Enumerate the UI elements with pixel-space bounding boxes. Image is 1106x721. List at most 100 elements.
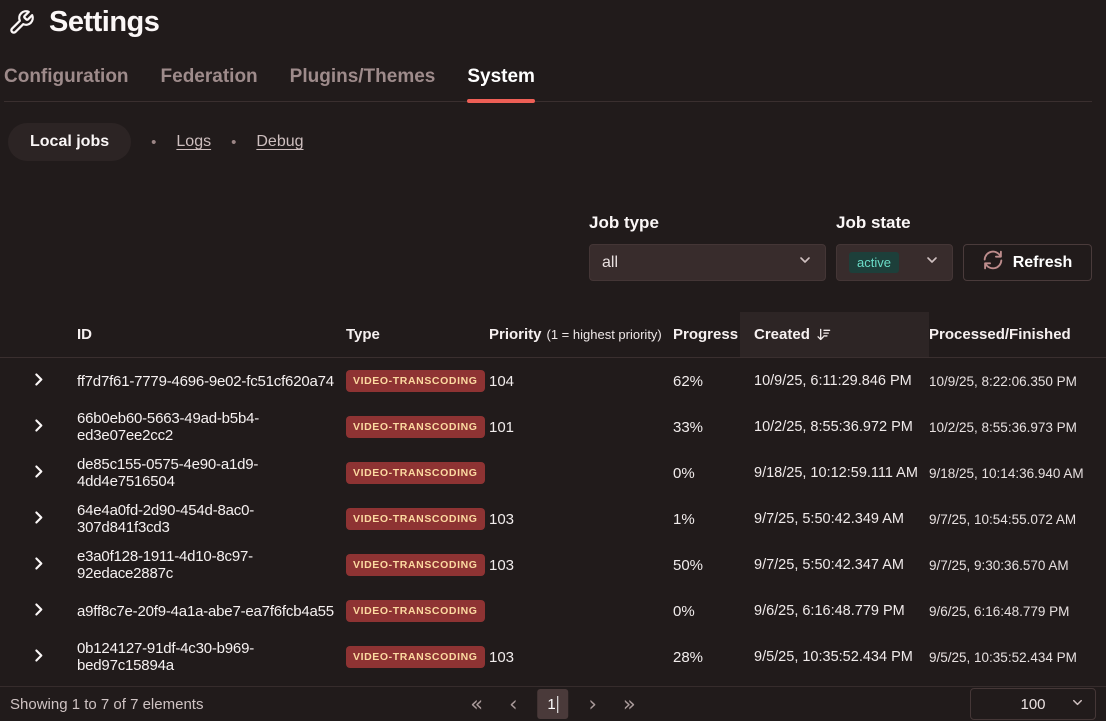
dot-separator: •: [151, 134, 156, 151]
expand-cell: [0, 417, 77, 437]
refresh-icon: [983, 250, 1003, 275]
job-processed-cell: 9/7/25, 10:54:55.072 AM: [929, 512, 1106, 527]
job-type-badge: VIDEO-TRANSCODING: [346, 508, 485, 530]
job-priority-cell: 101: [489, 419, 673, 436]
chevron-down-icon: [1070, 695, 1085, 714]
job-processed-cell: 10/9/25, 8:22:06.350 PM: [929, 374, 1106, 389]
chevron-down-icon: [797, 252, 813, 273]
job-priority-cell: 104: [489, 373, 673, 390]
expand-cell: [0, 601, 77, 621]
first-page-button[interactable]: «: [464, 692, 489, 717]
pagination: « ‹ 1 › »: [464, 689, 642, 719]
first-page-icon: «: [470, 692, 483, 716]
page-size-value: 100: [1020, 696, 1045, 713]
table-row: 0b124127-91df-4c30-b969-bed97c15894a VID…: [0, 634, 1106, 680]
job-type-cell: VIDEO-TRANSCODING: [346, 370, 489, 392]
subnav-item-logs[interactable]: Logs: [176, 133, 211, 151]
text-caret: [558, 696, 559, 713]
tab-federation[interactable]: Federation: [161, 66, 258, 88]
table-header-row: ID Type Priority (1 = highest priority) …: [0, 312, 1106, 358]
expand-row-button[interactable]: [0, 417, 77, 437]
expand-row-button[interactable]: [0, 371, 77, 391]
chevron-right-icon: [30, 509, 47, 529]
expand-row-button[interactable]: [0, 555, 77, 575]
column-header-id: ID: [77, 312, 346, 357]
tab-system[interactable]: System: [467, 66, 535, 88]
job-id-cell: a9ff8c7e-20f9-4a1a-abe7-ea7f6fcb4a55: [77, 603, 346, 620]
dot-separator: •: [231, 134, 236, 151]
job-created-cell: 10/2/25, 8:55:36.972 PM: [754, 419, 929, 435]
job-state-label: Job state: [836, 213, 953, 233]
table-row: ff7d7f61-7779-4696-9e02-fc51cf620a74 VID…: [0, 358, 1106, 404]
job-created-cell: 9/7/25, 5:50:42.347 AM: [754, 557, 929, 573]
job-id-cell: 64e4a0fd-2d90-454d-8ac0-307d841f3cd3: [77, 502, 346, 536]
job-progress-cell: 28%: [673, 649, 754, 666]
job-priority-cell: 103: [489, 511, 673, 528]
refresh-button[interactable]: Refresh: [963, 244, 1092, 281]
expand-row-button[interactable]: [0, 463, 77, 483]
job-progress-cell: 0%: [673, 603, 754, 620]
job-processed-cell: 9/6/25, 6:16:48.779 PM: [929, 604, 1106, 619]
chevron-right-icon: [30, 601, 47, 621]
column-header-priority: Priority (1 = highest priority): [489, 312, 673, 357]
main-tabs: Configuration Federation Plugins/Themes …: [4, 66, 1092, 102]
job-processed-cell: 9/18/25, 10:14:36.940 AM: [929, 466, 1106, 481]
table-body: ff7d7f61-7779-4696-9e02-fc51cf620a74 VID…: [0, 358, 1106, 680]
job-type-cell: VIDEO-TRANSCODING: [346, 416, 489, 438]
expand-cell: [0, 463, 77, 483]
job-type-badge: VIDEO-TRANSCODING: [346, 462, 485, 484]
expand-row-button[interactable]: [0, 509, 77, 529]
subnav-item-debug[interactable]: Debug: [256, 133, 303, 151]
job-state-filter: Job state active: [836, 213, 953, 281]
table-row: a9ff8c7e-20f9-4a1a-abe7-ea7f6fcb4a55 VID…: [0, 588, 1106, 634]
column-header-created[interactable]: Created: [740, 312, 929, 357]
job-type-filter: Job type all: [589, 213, 826, 281]
job-type-badge: VIDEO-TRANSCODING: [346, 370, 485, 392]
expand-cell: [0, 647, 77, 667]
page-number-input[interactable]: 1: [538, 689, 569, 719]
expand-cell: [0, 371, 77, 391]
job-processed-cell: 10/2/25, 8:55:36.973 PM: [929, 420, 1106, 435]
page-title: Settings: [49, 6, 159, 39]
job-created-cell: 9/6/25, 6:16:48.779 PM: [754, 603, 929, 619]
results-summary: Showing 1 to 7 of 7 elements: [10, 696, 203, 713]
chevron-down-icon: [924, 252, 940, 273]
job-type-select[interactable]: all: [589, 244, 826, 281]
column-header-processed: Processed/Finished: [929, 312, 1106, 357]
expand-column-header: [0, 312, 77, 357]
table-row: e3a0f128-1911-4d10-8c97-92edace2887c VID…: [0, 542, 1106, 588]
chevron-right-icon: [30, 371, 47, 391]
expand-row-button[interactable]: [0, 647, 77, 667]
job-id-cell: de85c155-0575-4e90-a1d9-4dd4e7516504: [77, 456, 346, 490]
last-page-button[interactable]: »: [617, 692, 642, 717]
job-filters: Job type all Job state active: [589, 213, 1092, 281]
page-number-value: 1: [547, 696, 555, 713]
next-page-icon: ›: [589, 692, 597, 716]
settings-page: Settings Configuration Federation Plugin…: [0, 0, 1106, 721]
job-id-cell: ff7d7f61-7779-4696-9e02-fc51cf620a74: [77, 373, 346, 390]
sort-descending-icon: [816, 327, 831, 342]
job-progress-cell: 33%: [673, 419, 754, 436]
job-priority-cell: 103: [489, 649, 673, 666]
job-type-value: all: [602, 254, 618, 272]
job-id-cell: 66b0eb60-5663-49ad-b5b4-ed3e07ee2cc2: [77, 410, 346, 444]
job-state-select[interactable]: active: [836, 244, 953, 281]
job-created-cell: 10/9/25, 6:11:29.846 PM: [754, 373, 929, 389]
wrench-icon: [8, 9, 35, 36]
tab-configuration[interactable]: Configuration: [4, 66, 129, 88]
prev-page-button[interactable]: ‹: [503, 692, 523, 717]
expand-cell: [0, 555, 77, 575]
job-type-cell: VIDEO-TRANSCODING: [346, 554, 489, 576]
job-progress-cell: 1%: [673, 511, 754, 528]
job-priority-cell: 103: [489, 557, 673, 574]
job-processed-cell: 9/5/25, 10:35:52.434 PM: [929, 650, 1106, 665]
page-size-select[interactable]: 100: [970, 688, 1096, 720]
next-page-button[interactable]: ›: [583, 692, 603, 717]
subnav-item-local-jobs[interactable]: Local jobs: [8, 123, 131, 161]
expand-row-button[interactable]: [0, 601, 77, 621]
table-footer: Showing 1 to 7 of 7 elements « ‹ 1 › » 1…: [0, 686, 1106, 721]
job-created-cell: 9/7/25, 5:50:42.349 AM: [754, 511, 929, 527]
expand-cell: [0, 509, 77, 529]
job-type-badge: VIDEO-TRANSCODING: [346, 646, 485, 668]
tab-plugins-themes[interactable]: Plugins/Themes: [290, 66, 436, 88]
